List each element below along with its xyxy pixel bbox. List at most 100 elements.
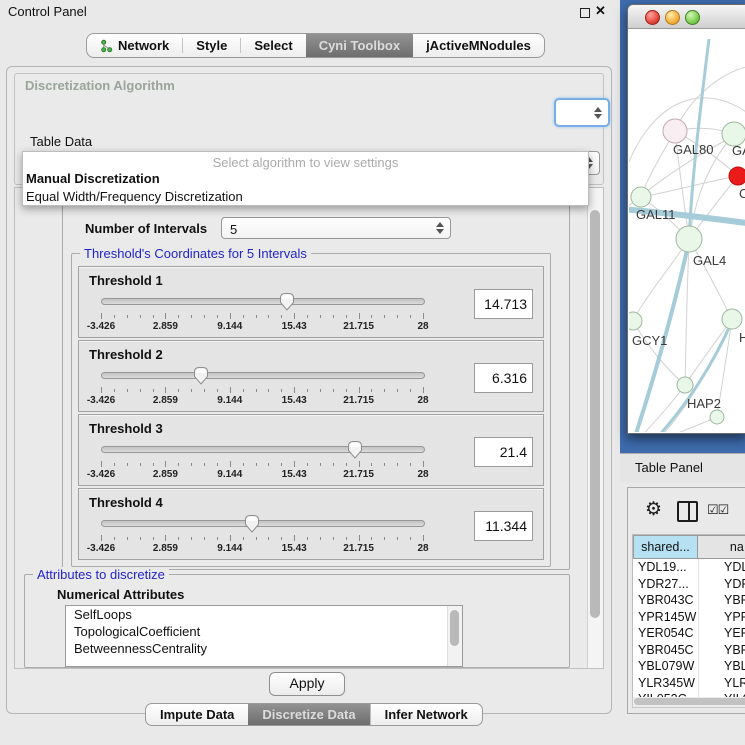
vertical-scrollbar-thumb[interactable] bbox=[590, 210, 600, 618]
cell-name: YDR2 bbox=[699, 576, 745, 593]
slider-thumb[interactable] bbox=[244, 514, 260, 533]
network-node-label: HAP2 bbox=[687, 396, 721, 411]
threshold-row: Threshold 3 -3.4262.8599.14415.4321.7152… bbox=[78, 414, 544, 486]
attribute-item[interactable]: BetweennessCentrality bbox=[66, 640, 462, 657]
threshold-slider[interactable] bbox=[101, 439, 423, 459]
close-icon[interactable]: ✕ bbox=[595, 3, 606, 19]
network-node[interactable] bbox=[710, 410, 724, 424]
attribute-item[interactable]: SelfLoops bbox=[66, 606, 462, 623]
float-window-icon[interactable] bbox=[580, 8, 590, 18]
attributes-scrollbar[interactable] bbox=[447, 606, 462, 666]
slider-tick-labels: -3.4262.8599.14415.4321.71528 bbox=[101, 321, 423, 332]
tab-style[interactable]: Style bbox=[183, 34, 240, 57]
menu-item-equal-width-frequency[interactable]: Equal Width/Frequency Discretization bbox=[23, 188, 588, 206]
tab-cyni-toolbox-label: Cyni Toolbox bbox=[319, 38, 400, 53]
table-data-label: Table Data bbox=[30, 134, 92, 149]
table-row[interactable]: YDL19... YDL1 bbox=[633, 559, 745, 576]
interval-definition-group: Interval Definition Number of Intervals … bbox=[62, 196, 570, 570]
network-node[interactable] bbox=[629, 312, 642, 330]
algorithm-dropdown-popup: Select algorithm to view settings Manual… bbox=[22, 151, 589, 206]
table-row[interactable]: YDR27... YDR2 bbox=[633, 576, 745, 593]
table-row[interactable]: YBR045C YBR0 bbox=[633, 642, 745, 659]
slider-tick-labels: -3.4262.8599.14415.4321.71528 bbox=[101, 543, 423, 554]
table-row[interactable]: YPR145W YPR1 bbox=[633, 609, 745, 626]
cell-name: YBL0 bbox=[699, 658, 745, 675]
network-canvas[interactable]: GAL80GACGAL11GAL4GCY1HAHAP2 bbox=[629, 29, 745, 432]
network-graph: GAL80GACGAL11GAL4GCY1HAHAP2 bbox=[629, 29, 745, 432]
table-row[interactable]: YLR345W YLR3 bbox=[633, 675, 745, 692]
network-node[interactable] bbox=[663, 119, 687, 143]
network-window[interactable]: GAL80GACGAL11GAL4GCY1HAHAP2 bbox=[627, 4, 745, 434]
network-node[interactable] bbox=[729, 167, 745, 185]
slider-thumb[interactable] bbox=[279, 292, 295, 311]
tab-cyni-toolbox[interactable]: Cyni Toolbox bbox=[306, 34, 413, 57]
threshold-row: Threshold 2 -3.4262.8599.14415.4321.7152… bbox=[78, 340, 544, 412]
network-node[interactable] bbox=[631, 187, 651, 207]
tab-network[interactable]: Network bbox=[87, 34, 182, 57]
threshold-slider[interactable] bbox=[101, 291, 423, 311]
slider-track[interactable] bbox=[101, 372, 425, 379]
numerical-attributes-list[interactable]: SelfLoopsTopologicalCoefficientBetweenne… bbox=[65, 605, 463, 667]
slider-ticks bbox=[101, 387, 423, 394]
numerical-attributes-label: Numerical Attributes bbox=[57, 587, 184, 602]
close-traffic-light-icon[interactable] bbox=[645, 10, 660, 25]
table-row[interactable]: YER054C YER0 bbox=[633, 625, 745, 642]
tab-infer-network-label: Infer Network bbox=[385, 707, 468, 722]
tab-select[interactable]: Select bbox=[241, 34, 305, 57]
table-body: YDL19... YDL1 YDR27... YDR2 YBR043C YBR0… bbox=[633, 559, 745, 708]
tab-discretize-data[interactable]: Discretize Data bbox=[248, 704, 369, 725]
tab-impute-data[interactable]: Impute Data bbox=[146, 704, 248, 725]
column-header-shared-name[interactable]: shared... bbox=[633, 535, 698, 559]
number-of-intervals-combobox[interactable]: 5 bbox=[221, 217, 451, 239]
network-node[interactable] bbox=[676, 226, 702, 252]
slider-thumb[interactable] bbox=[193, 366, 209, 385]
algorithm-combobox[interactable] bbox=[554, 98, 610, 127]
checkbox-icons[interactable]: ☑☑ bbox=[707, 502, 728, 518]
attributes-group-title: Attributes to discretize bbox=[33, 567, 169, 582]
threshold-row: Threshold 4 -3.4262.8599.14415.4321.7152… bbox=[78, 488, 544, 560]
cyni-tab-content: Discretization Algorithm Table Data galF… bbox=[6, 66, 612, 714]
menu-item-manual-discretization[interactable]: Manual Discretization bbox=[23, 170, 588, 188]
attribute-item[interactable]: TopologicalCoefficient bbox=[66, 623, 462, 640]
tab-jactivemnodules[interactable]: jActiveMNodules bbox=[413, 34, 544, 57]
network-node-label: C bbox=[739, 186, 745, 201]
threshold-slider[interactable] bbox=[101, 365, 423, 385]
attributes-scrollbar-thumb[interactable] bbox=[450, 610, 459, 646]
tab-network-label: Network bbox=[118, 38, 169, 53]
tab-jactivemnodules-label: jActiveMNodules bbox=[426, 38, 531, 53]
network-window-titlebar[interactable] bbox=[628, 5, 745, 29]
minimize-traffic-light-icon[interactable] bbox=[665, 10, 680, 25]
network-node[interactable] bbox=[722, 309, 742, 329]
threshold-slider[interactable] bbox=[101, 513, 423, 533]
gear-icon[interactable]: ⚙ bbox=[645, 498, 662, 521]
table-horizontal-scrollbar[interactable] bbox=[632, 697, 745, 708]
table-row[interactable]: YBR043C YBR0 bbox=[633, 592, 745, 609]
threshold-value-field[interactable]: 14.713 bbox=[474, 289, 533, 319]
slider-thumb[interactable] bbox=[347, 440, 363, 459]
threshold-label: Threshold 4 bbox=[89, 495, 163, 510]
column-layout-icon[interactable] bbox=[677, 501, 698, 522]
settings-scroll-area: Interval Definition Number of Intervals … bbox=[14, 187, 604, 669]
slider-track[interactable] bbox=[101, 446, 425, 453]
table-row[interactable]: YBL079W YBL0 bbox=[633, 658, 745, 675]
table-horizontal-scrollbar-thumb[interactable] bbox=[634, 698, 745, 705]
zoom-traffic-light-icon[interactable] bbox=[685, 10, 700, 25]
thresholds-group-title: Threshold's Coordinates for 5 Intervals bbox=[80, 246, 311, 261]
threshold-value-field[interactable]: 6.316 bbox=[474, 363, 533, 393]
vertical-scrollbar[interactable] bbox=[587, 188, 603, 668]
threshold-value-field[interactable]: 11.344 bbox=[474, 511, 533, 541]
slider-ticks bbox=[101, 461, 423, 468]
network-node[interactable] bbox=[677, 377, 693, 393]
column-header-name[interactable]: na bbox=[698, 535, 745, 559]
network-view-panel: GAL80GACGAL11GAL4GCY1HAHAP2 bbox=[620, 0, 745, 455]
network-node-label: GAL4 bbox=[693, 253, 726, 268]
apply-button[interactable]: Apply bbox=[269, 672, 345, 696]
slider-track[interactable] bbox=[101, 298, 425, 305]
threshold-value-field[interactable]: 21.4 bbox=[474, 437, 533, 467]
combo-arrows-icon bbox=[436, 222, 443, 234]
tab-discretize-data-label: Discretize Data bbox=[262, 707, 355, 722]
tab-infer-network[interactable]: Infer Network bbox=[370, 704, 482, 725]
tab-style-label: Style bbox=[196, 38, 227, 53]
slider-track[interactable] bbox=[101, 520, 425, 527]
cell-name: YBR0 bbox=[699, 592, 745, 609]
